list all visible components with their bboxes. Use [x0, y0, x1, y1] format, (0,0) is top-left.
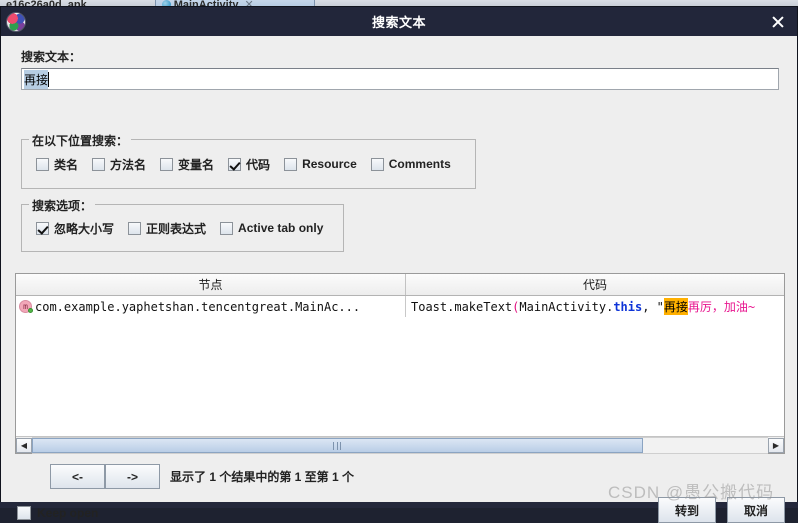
checkbox-class-name[interactable]: 类名 [36, 156, 78, 173]
search-results-table: 节点 代码 m com.example.yaphetshan.tencentgr… [15, 273, 785, 454]
checkbox-comments[interactable]: Comments [370, 157, 451, 171]
dialog-titlebar: 搜索文本 [1, 7, 797, 36]
code-seg-quote: " [656, 299, 664, 314]
code-seg-punct: ( [512, 299, 520, 314]
table-cell-code: Toast.makeText(MainActivity. this, " 再接 再厉，… [406, 296, 784, 317]
table-cell-node: m com.example.yaphetshan.tencentgreat.Ma… [16, 296, 406, 317]
dialog-content: 搜索文本： 再接 在以下位置搜索： 类名 方法名 变量名 代码 Resource… [1, 36, 797, 523]
scrollbar-thumb[interactable] [32, 437, 643, 453]
search-text-dialog: 搜索文本 搜索文本： 再接 在以下位置搜索： 类名 方法名 变量名 代码 Res… [0, 6, 798, 523]
code-seg-keyword: this [613, 299, 643, 314]
checkbox-label: Active tab only [238, 221, 324, 235]
results-count-label: 显示了 1 个结果中的第 1 至第 1 个 [170, 470, 355, 484]
table-body: m com.example.yaphetshan.tencentgreat.Ma… [16, 296, 784, 433]
checkbox-box-checked [228, 157, 242, 171]
code-seg-plain: Toast.makeText [411, 299, 513, 314]
checkbox-label: 方法名 [110, 157, 147, 172]
checkbox-box [370, 157, 384, 171]
checkbox-ignore-case[interactable]: 忽略大小写 [36, 220, 114, 237]
checkbox-field-name[interactable]: 变量名 [160, 156, 214, 173]
search-location-group-title: 在以下位置搜索： [29, 132, 132, 149]
scroll-left-icon[interactable]: ◀ [16, 437, 32, 453]
code-seg-plain: MainActivity. [519, 299, 614, 314]
checkbox-label: 忽略大小写 [54, 221, 115, 236]
checkbox-label: 类名 [54, 157, 79, 172]
checkbox-label: 正则表达式 [146, 221, 207, 236]
checkbox-box [128, 221, 142, 235]
checkbox-box [220, 221, 234, 235]
results-navigation: <- -> 显示了 1 个结果中的第 1 至第 1 个 [15, 464, 354, 489]
table-cell-node-text: com.example.yaphetshan.tencentgreat.Main… [35, 299, 361, 314]
dialog-action-buttons: 转到 取消 [658, 497, 785, 523]
checkbox-box [284, 157, 298, 171]
scrollbar-track[interactable] [32, 436, 768, 454]
checkbox-label: Resource [302, 157, 357, 171]
checkbox-active-tab-only[interactable]: Active tab only [220, 221, 323, 235]
checkbox-box [92, 157, 106, 171]
close-icon[interactable] [770, 14, 786, 30]
search-options-group-title: 搜索选项： [29, 197, 96, 214]
checkbox-code[interactable]: 代码 [228, 156, 270, 173]
table-header-row: 节点 代码 [16, 274, 784, 296]
search-location-group: 在以下位置搜索： 类名 方法名 变量名 代码 Resource Comments [21, 132, 476, 189]
search-options-group: 搜索选项： 忽略大小写 正则表达式 Active tab only [21, 197, 344, 252]
previous-page-button[interactable]: <- [50, 464, 105, 489]
checkbox-resource[interactable]: Resource [284, 157, 357, 171]
search-text-label: 搜索文本： [21, 50, 82, 64]
checkbox-label: 代码 [246, 157, 271, 172]
cancel-button[interactable]: 取消 [727, 497, 785, 523]
checkbox-box [160, 157, 174, 171]
dialog-title: 搜索文本 [371, 15, 426, 30]
code-seg-plain: , [642, 299, 657, 314]
checkbox-method-name[interactable]: 方法名 [92, 156, 146, 173]
checkbox-keep-open[interactable]: Keep open [17, 506, 98, 520]
search-input[interactable]: 再接 [21, 68, 779, 90]
text-caret [48, 71, 50, 87]
table-row[interactable]: m com.example.yaphetshan.tencentgreat.Ma… [16, 296, 784, 317]
scroll-right-icon[interactable]: ▶ [768, 437, 784, 453]
code-seg-string: 再厉，加油~ [687, 300, 756, 314]
next-page-button[interactable]: -> [105, 464, 160, 489]
column-header-node[interactable]: 节点 [16, 274, 406, 295]
horizontal-scrollbar[interactable]: ◀ ▶ [16, 436, 784, 454]
checkbox-box [36, 157, 49, 171]
method-icon: m [19, 300, 33, 313]
code-seg-highlight: 再接 [663, 298, 688, 315]
search-input-value: 再接 [24, 69, 49, 89]
goto-button[interactable]: 转到 [658, 497, 716, 523]
checkbox-box-checked [36, 221, 49, 235]
checkbox-label: 变量名 [178, 157, 215, 172]
checkbox-regex[interactable]: 正则表达式 [128, 220, 206, 237]
checkbox-box [17, 506, 31, 520]
column-header-code[interactable]: 代码 [406, 274, 784, 295]
checkbox-label: Comments [388, 157, 451, 171]
checkbox-label: Keep open [37, 506, 99, 520]
